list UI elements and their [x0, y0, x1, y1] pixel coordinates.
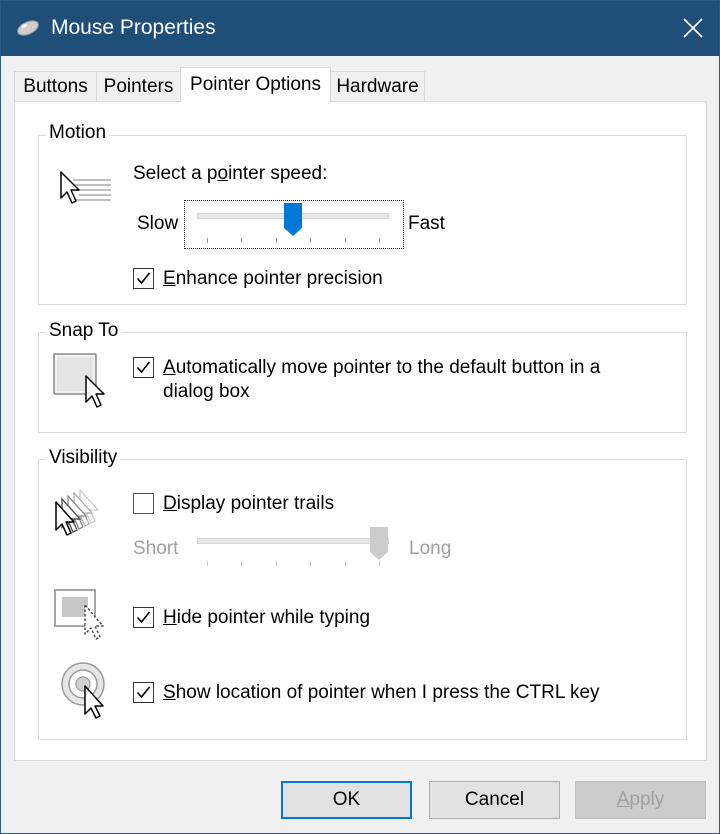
pointer-trails-label[interactable]: Display pointer trails [163, 493, 334, 515]
checkmark-icon [136, 611, 151, 624]
snap-to-group-label: Snap To [46, 320, 122, 342]
slider-tick [276, 238, 277, 243]
slider-tick [241, 238, 242, 243]
hide-while-typing-icon [53, 588, 111, 650]
snap-to-label-line2[interactable]: dialog box [163, 381, 250, 403]
motion-group-label: Motion [46, 122, 110, 144]
show-location-checkbox[interactable] [133, 682, 154, 703]
tab-pointers[interactable]: Pointers [96, 71, 181, 101]
cancel-button[interactable]: Cancel [429, 781, 560, 819]
speed-slider-thumb[interactable] [283, 202, 303, 243]
snap-to-group [38, 332, 687, 433]
checkmark-icon [136, 272, 151, 285]
checkmark-icon [136, 361, 151, 374]
slider-tick [276, 561, 277, 566]
title-bar: Mouse Properties [1, 1, 719, 56]
slider-tick [207, 238, 208, 243]
slider-tick [310, 238, 311, 243]
tab-panel-pointer-options: Motion Select a pointer speed: Slow Fast… [14, 101, 707, 761]
hide-while-typing-checkbox[interactable] [133, 607, 154, 628]
slider-tick [207, 561, 208, 566]
show-location-label[interactable]: Show location of pointer when I press th… [163, 682, 600, 704]
hide-while-typing-label[interactable]: Hide pointer while typing [163, 607, 370, 629]
show-location-icon [59, 660, 115, 726]
slider-tick [241, 561, 242, 566]
checkmark-icon [136, 686, 151, 699]
pointer-trails-icon [52, 488, 114, 546]
speed-prompt: Select a pointer speed: [133, 163, 328, 184]
close-button[interactable] [667, 1, 719, 56]
snap-to-default-icon [52, 352, 114, 420]
trails-short-label: Short [133, 538, 179, 559]
trails-slider-track[interactable] [197, 538, 389, 544]
tab-hardware[interactable]: Hardware [330, 71, 425, 101]
slider-tick [345, 238, 346, 243]
snap-to-checkbox[interactable] [133, 357, 154, 378]
fast-label: Fast [408, 213, 445, 234]
pointer-speed-icon [55, 168, 113, 218]
slider-tick [379, 238, 380, 243]
trails-slider-thumb[interactable] [369, 526, 389, 567]
enhance-precision-checkbox[interactable] [133, 268, 154, 289]
pointer-trails-checkbox[interactable] [133, 493, 154, 514]
slider-tick [310, 561, 311, 566]
tab-buttons[interactable]: Buttons [14, 71, 97, 101]
trails-long-label: Long [409, 538, 452, 559]
visibility-group-label: Visibility [46, 447, 121, 469]
slider-tick [345, 561, 346, 566]
enhance-precision-label[interactable]: Enhance pointer precision [163, 268, 383, 290]
mouse-properties-window: Mouse Properties Buttons Pointers Pointe… [0, 0, 720, 834]
snap-to-label-line1[interactable]: Automatically move pointer to the defaul… [163, 357, 600, 379]
mouse-icon [15, 17, 41, 43]
close-icon [683, 18, 703, 38]
ok-button[interactable]: OK [281, 781, 412, 819]
slow-label: Slow [137, 213, 179, 234]
apply-button[interactable]: Apply [575, 781, 706, 819]
tab-pointer-options[interactable]: Pointer Options [180, 67, 331, 102]
window-title: Mouse Properties [51, 16, 216, 39]
